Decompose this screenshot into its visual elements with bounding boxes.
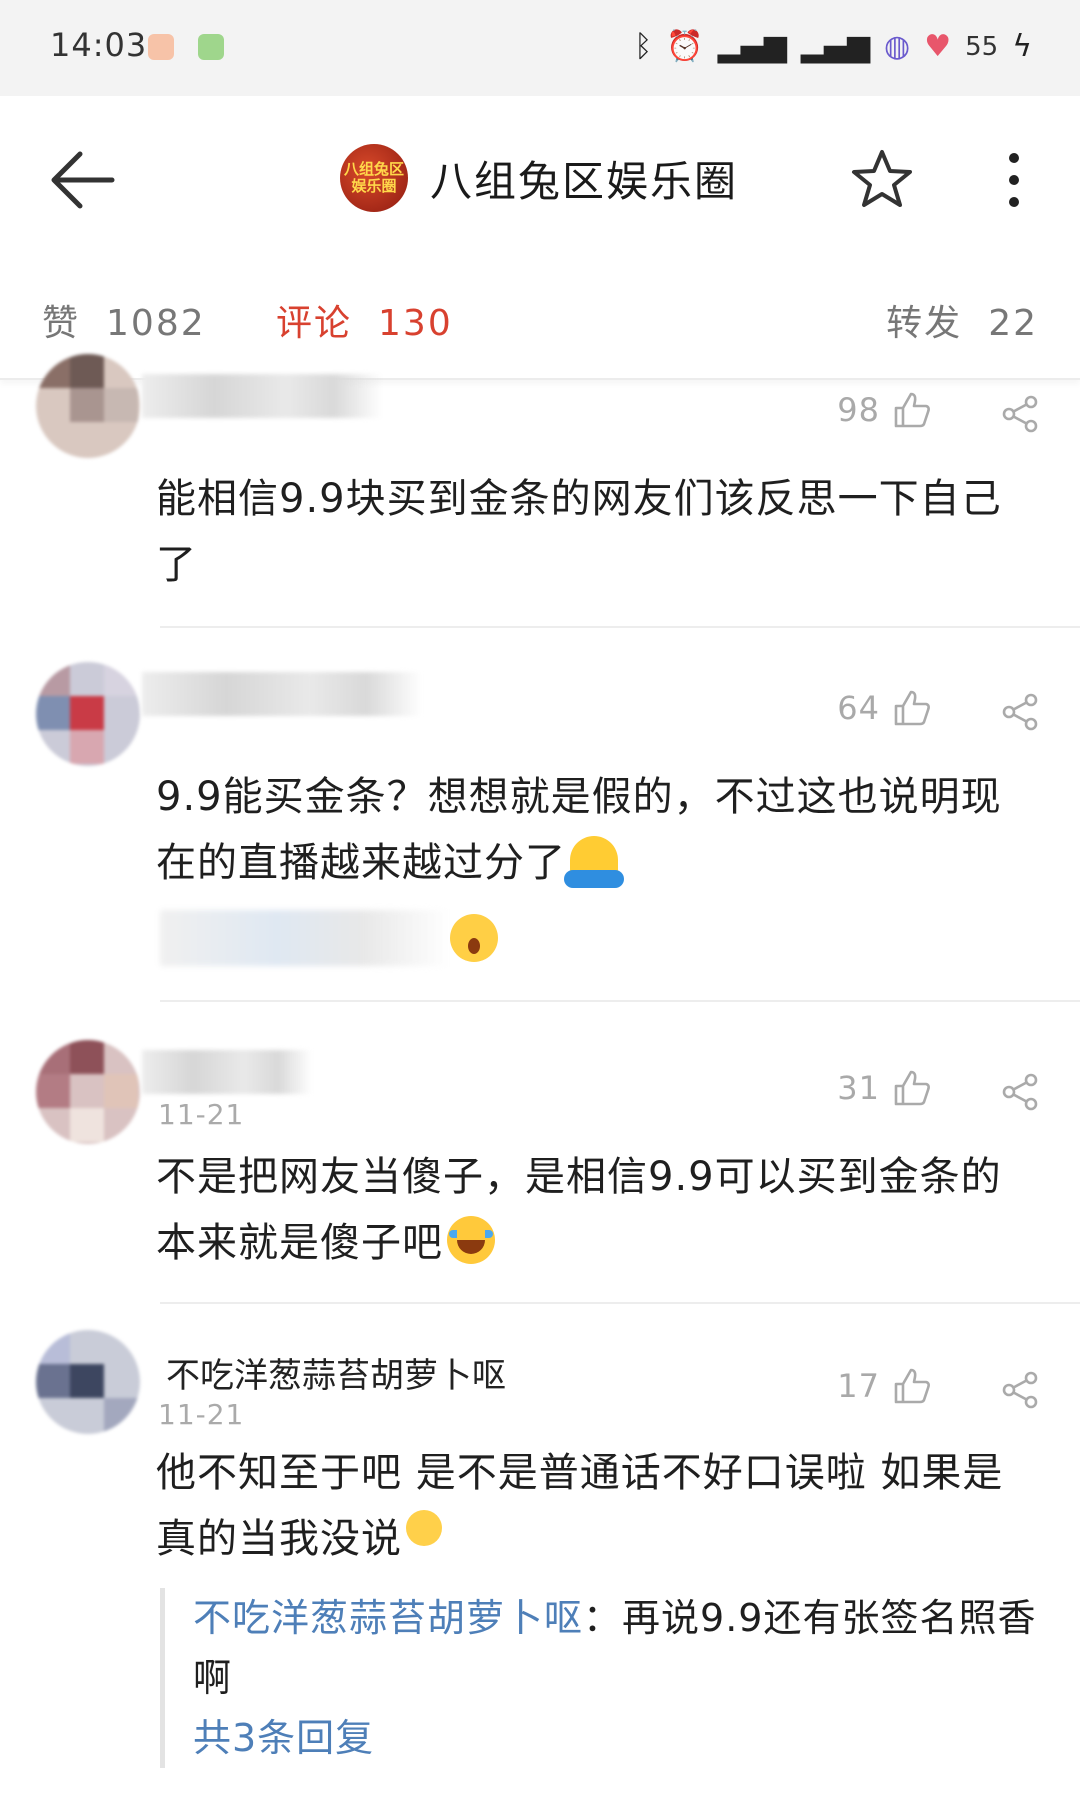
comment-text: 能相信9.9块买到金条的网友们该反思一下自己了 <box>156 476 1002 588</box>
username-redacted <box>142 374 382 418</box>
divider <box>160 626 1080 628</box>
like-button[interactable]: 98 <box>837 390 932 430</box>
comment-text-body: 他不知至于吧 是不是普通话不好口误啦 如果是真的当我没说 <box>156 1450 1004 1562</box>
comment-text: 不是把网友当傻子，是相信9.9可以买到金条的本来就是傻子吧 <box>156 1144 1036 1276</box>
status-icons: ᛒ ⏰ ▂▄▆ ▂▄▆ ◍ ♥ 55 ϟ <box>634 22 1032 72</box>
comment-text: 9.9能买金条？想想就是假的，不过这也说明现在的直播越来越过分了 <box>156 764 1036 896</box>
share-icon[interactable] <box>1000 692 1040 732</box>
reply-item: 不吃洋葱蒜苔胡萝卜呕：再说9.9还有张签名照香啊 <box>193 1588 1040 1708</box>
divider <box>160 1000 1080 1002</box>
page-title: 八组兔区娱乐圈 <box>430 156 739 206</box>
tab-comments-label: 评论 <box>276 303 353 344</box>
shrug-emoji-icon <box>564 836 624 888</box>
comment-item: 98 能相信9.9块买到金条的网友们该反思一下自己了 <box>0 354 1080 630</box>
reply-separator: ： <box>583 1596 623 1640</box>
reply-author[interactable]: 不吃洋葱蒜苔胡萝卜呕 <box>193 1596 583 1640</box>
thumbs-up-icon <box>894 1368 930 1404</box>
favorite-star-icon[interactable] <box>848 146 916 214</box>
bluetooth-icon: ᛒ <box>634 29 653 64</box>
charging-icon: ϟ <box>1012 29 1032 64</box>
tab-comments-count: 130 <box>378 303 453 344</box>
tab-likes[interactable]: 赞 1082 <box>42 294 206 346</box>
comment-item: 11-21 31 不是把网友当傻子，是相信9.9可以买到金条的本来就是傻子吧 <box>0 1040 1080 1300</box>
comment-date: 11-21 <box>158 1098 245 1131</box>
reply-thread[interactable]: 不吃洋葱蒜苔胡萝卜呕：再说9.9还有张签名照香啊 共3条回复 <box>160 1588 1040 1768</box>
thumbs-up-icon <box>894 1070 930 1106</box>
avatar[interactable] <box>36 1040 140 1144</box>
back-arrow-icon[interactable] <box>44 140 124 220</box>
more-options-icon[interactable] <box>996 148 1032 212</box>
username-redacted <box>142 672 422 716</box>
like-button[interactable]: 31 <box>837 1068 932 1108</box>
alarm-icon: ⏰ <box>666 29 704 64</box>
page-title-group: 八组兔区 娱乐圈 八组兔区娱乐圈 <box>340 138 738 218</box>
planet-icon: ◍ <box>884 29 911 64</box>
tab-comments[interactable]: 评论 130 <box>276 294 453 346</box>
shocked-emoji-icon <box>450 914 498 962</box>
thumbs-up-icon <box>894 392 930 428</box>
heart-icon: ♥ <box>924 29 952 64</box>
app-notification-icon <box>198 34 224 60</box>
top-app-bar: 八组兔区 娱乐圈 八组兔区娱乐圈 <box>0 96 1080 256</box>
like-count: 64 <box>837 689 880 727</box>
signal-icon: ▂▄▆ <box>800 29 871 64</box>
tab-reposts-count: 22 <box>988 303 1038 344</box>
like-count: 31 <box>837 1069 880 1107</box>
avatar[interactable] <box>36 1330 140 1434</box>
status-time: 14:03 <box>50 26 148 64</box>
tab-reposts-label: 转发 <box>886 303 963 344</box>
share-icon[interactable] <box>1000 1370 1040 1410</box>
avatar-text: 娱乐圈 <box>351 177 397 195</box>
tab-reposts[interactable]: 转发 22 <box>886 294 1038 346</box>
app-notification-icon <box>148 34 174 60</box>
comment-item: 不吃洋葱蒜苔胡萝卜呕 11-21 17 他不知至于吧 是不是普通话不好口误啦 如… <box>0 1330 1080 1800</box>
tab-likes-count: 1082 <box>106 303 206 344</box>
signal-icon: ▂▄▆ <box>717 29 787 64</box>
comment-date: 11-21 <box>158 1398 245 1431</box>
stats-tabs: 赞 1082 评论 130 转发 22 <box>0 256 1080 380</box>
tab-likes-label: 赞 <box>42 303 81 344</box>
avatar[interactable] <box>36 354 140 458</box>
divider <box>160 1302 1080 1304</box>
share-icon[interactable] <box>1000 1072 1040 1112</box>
like-button[interactable]: 17 <box>837 1366 932 1406</box>
username-redacted <box>142 1050 312 1094</box>
view-all-replies-link[interactable]: 共3条回复 <box>193 1708 1040 1768</box>
blush-emoji-icon <box>406 1510 442 1546</box>
avatar[interactable] <box>36 662 140 766</box>
comment-username[interactable]: 不吃洋葱蒜苔胡萝卜呕 <box>166 1348 506 1397</box>
laughing-tears-emoji-icon <box>447 1216 495 1264</box>
like-count: 98 <box>837 391 880 429</box>
channel-avatar: 八组兔区 娱乐圈 <box>340 144 408 212</box>
reply-preview-redacted[interactable] <box>0 910 1080 980</box>
comment-item: 64 9.9能买金条？想想就是假的，不过这也说明现在的直播越来越过分了 <box>0 660 1080 990</box>
thumbs-up-icon <box>894 690 930 726</box>
share-icon[interactable] <box>1000 394 1040 434</box>
reply-redacted <box>160 910 450 966</box>
like-button[interactable]: 64 <box>837 688 932 728</box>
like-count: 17 <box>837 1367 880 1405</box>
status-bar: 14:03 ᛒ ⏰ ▂▄▆ ▂▄▆ ◍ ♥ 55 ϟ <box>0 0 1080 96</box>
battery-level: 55 <box>965 32 999 62</box>
avatar-text: 八组兔区 <box>343 160 404 178</box>
comment-text: 他不知至于吧 是不是普通话不好口误啦 如果是真的当我没说 <box>156 1440 1036 1572</box>
comment-text-body: 不是把网友当傻子，是相信9.9可以买到金条的本来就是傻子吧 <box>156 1154 1002 1266</box>
